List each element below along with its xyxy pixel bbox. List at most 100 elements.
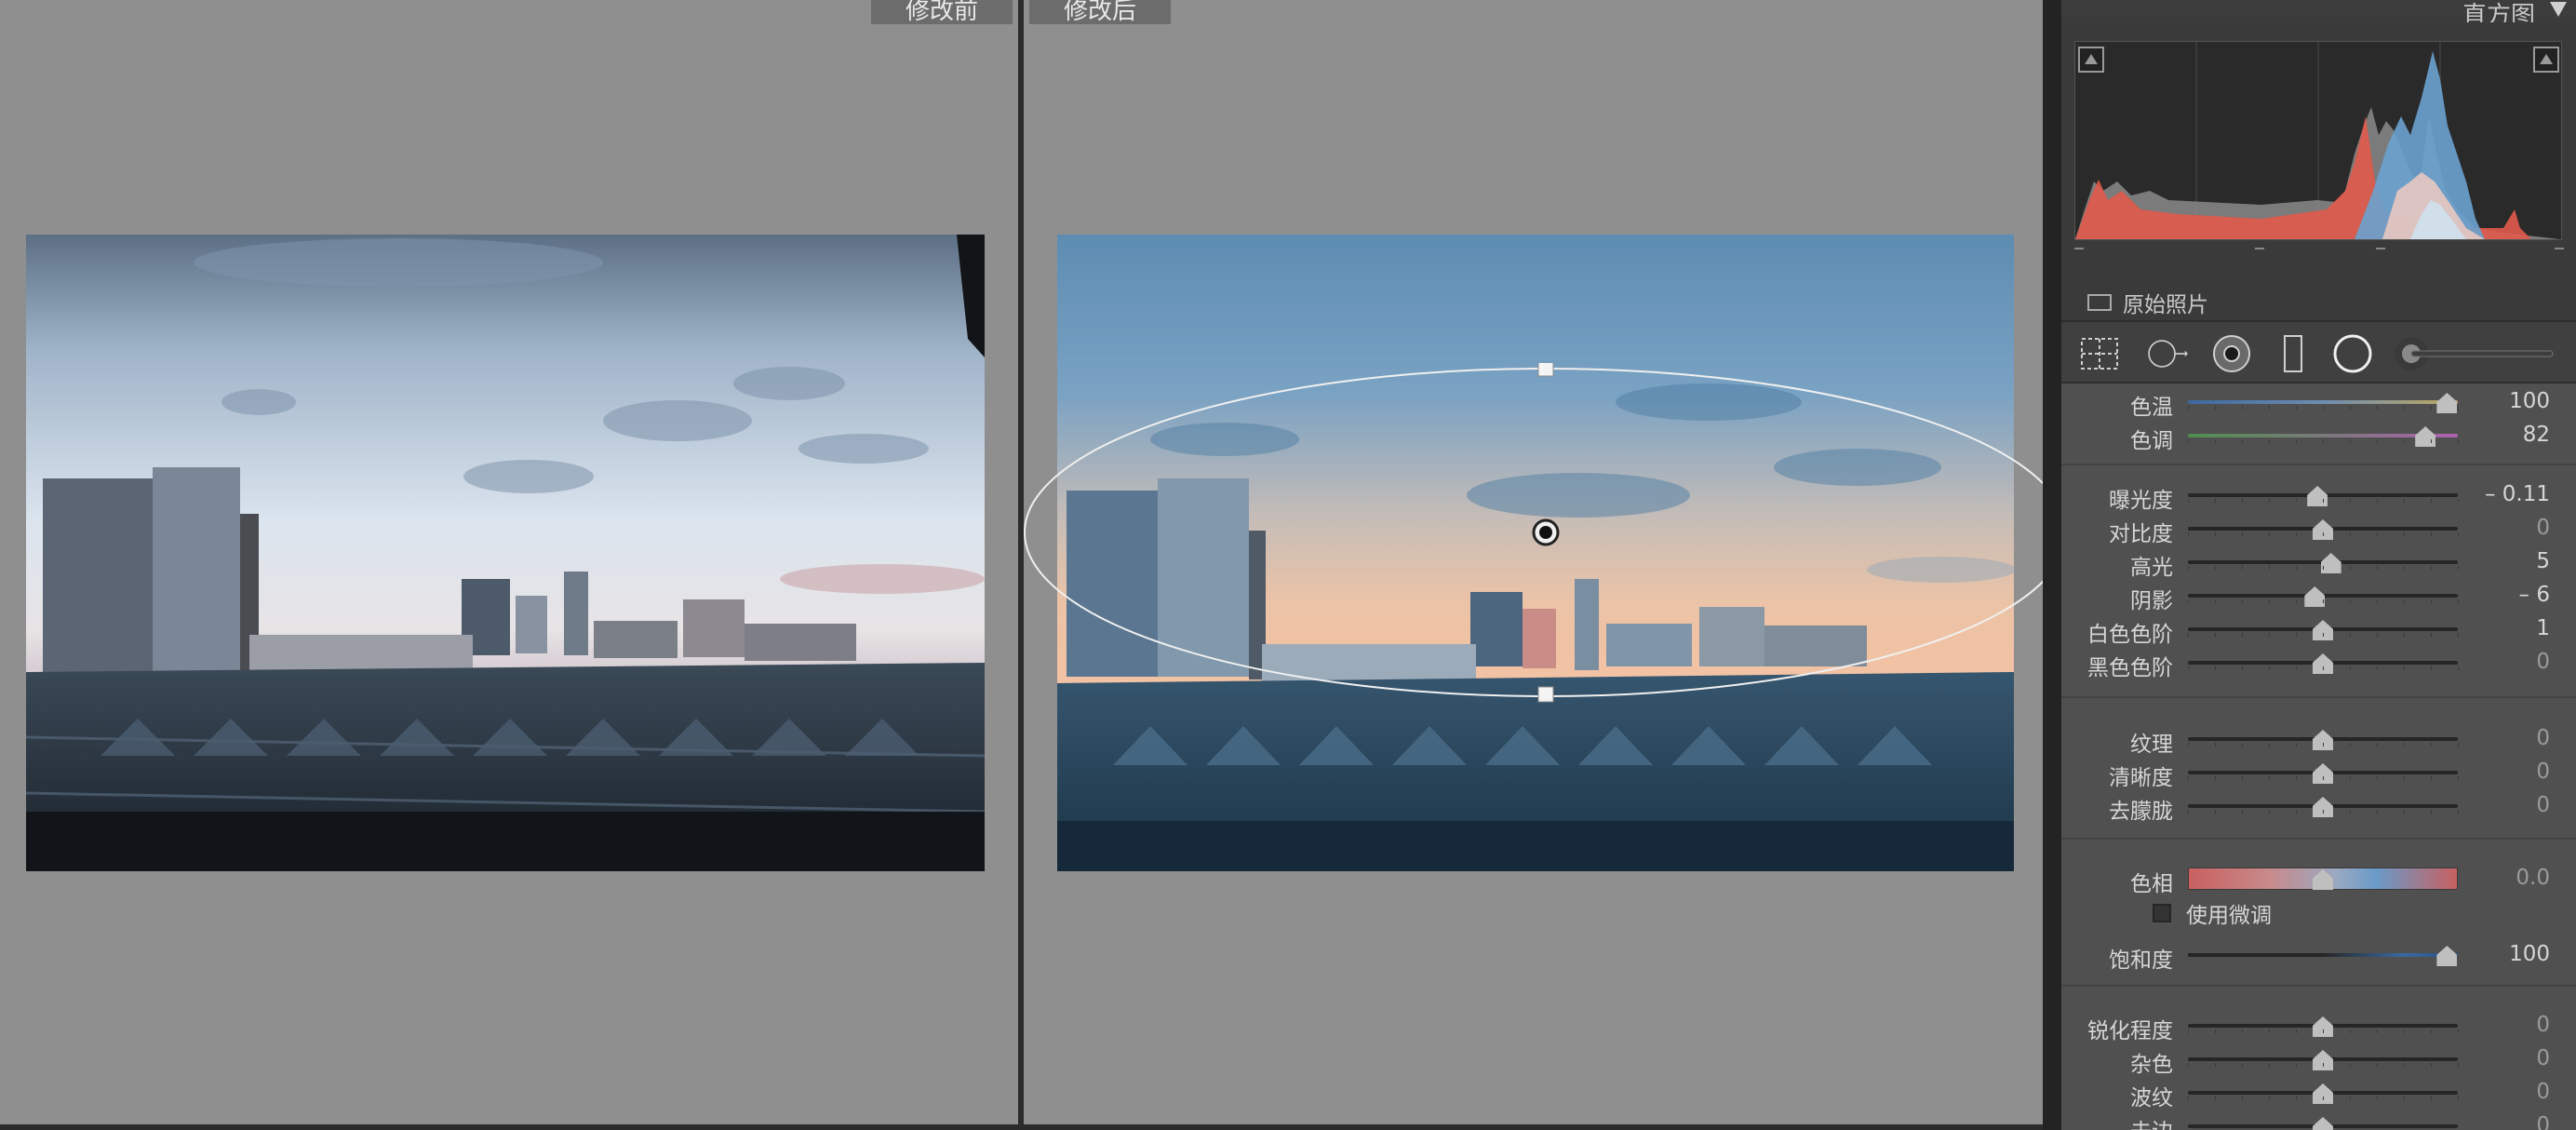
slider-value[interactable]: 0 (2536, 1080, 2550, 1104)
slider-label: 纹理 (2130, 733, 2173, 757)
slider-ticks (2188, 633, 2459, 638)
slider-ticks (2188, 1063, 2459, 1068)
slider-row-exposure[interactable]: 曝光度 – 0.11 (2061, 478, 2576, 513)
graduated-filter-icon[interactable] (2272, 333, 2314, 374)
slider-value[interactable]: 0 (2536, 1046, 2550, 1070)
adjustment-brush-icon[interactable] (2393, 333, 2556, 374)
slider-label: 锐化程度 (2087, 1019, 2173, 1043)
slider-row-sharpness[interactable]: 锐化程度 0 (2061, 1009, 2576, 1043)
slider-label: 杂色 (2130, 1053, 2173, 1077)
slider-row-defringe[interactable]: 去边 0 (2061, 1110, 2576, 1130)
slider-label: 曝光度 (2109, 489, 2173, 513)
slider-row-blacks[interactable]: 黑色色阶 0 (2061, 646, 2576, 680)
slider-value[interactable]: 0 (2536, 760, 2550, 784)
slider-label: 去朦胧 (2109, 800, 2173, 824)
slider-value[interactable]: 100 (2509, 389, 2550, 413)
histogram-graph (2074, 41, 2562, 240)
spot-removal-icon[interactable] (2145, 333, 2188, 374)
slider-row-highlights[interactable]: 高光 5 (2061, 545, 2576, 580)
slider-ticks (2188, 499, 2459, 504)
collapse-triangle-icon[interactable] (2550, 2, 2567, 17)
slider-label: 色温 (2130, 396, 2173, 420)
slider-value[interactable]: 0 (2536, 516, 2550, 540)
slider-row-whites[interactable]: 白色色阶 1 (2061, 612, 2576, 647)
slider-ticks (2188, 1096, 2459, 1101)
original-photo-label: 原始照片 (2123, 293, 2208, 317)
workspace-bottom-edge (0, 1124, 2043, 1130)
slider-track[interactable] (2188, 953, 2458, 957)
slider-ticks (2188, 776, 2459, 781)
slider-row-temp[interactable]: 色温 100 (2061, 385, 2576, 420)
slider-row-saturation[interactable]: 饱和度 100 (2061, 938, 2576, 973)
section-separator (2061, 985, 2576, 987)
radial-bottom-handle[interactable] (1537, 686, 1554, 703)
develop-panel: 直方图 原始照片 色温 100 色调 82 曝光度 – 0.11 对比度 0 高… (2043, 0, 2576, 1130)
slider-ticks (2188, 566, 2459, 571)
slider-row-contrast[interactable]: 对比度 0 (2061, 512, 2576, 546)
slider-row-shadows[interactable]: 阴影 – 6 (2061, 579, 2576, 613)
crop-overlay-icon[interactable] (2078, 333, 2121, 374)
slider-row-hue[interactable]: 色相 0.0 (2061, 862, 2576, 896)
slider-ticks (2188, 666, 2459, 671)
before-photo (26, 235, 985, 871)
slider-label: 对比度 (2109, 522, 2173, 546)
slider-label: 饱和度 (2109, 948, 2173, 973)
red-eye-icon[interactable] (2210, 333, 2253, 374)
slider-value[interactable]: 100 (2509, 942, 2550, 966)
highlight-clipping-toggle[interactable] (2533, 47, 2559, 73)
slider-label: 色相 (2130, 872, 2173, 896)
fine-tune-checkbox[interactable] (2153, 904, 2171, 922)
slider-row-clarity[interactable]: 清晰度 0 (2061, 756, 2576, 790)
slider-value[interactable]: – 0.11 (2485, 482, 2550, 506)
slider-ticks (2188, 439, 2459, 444)
radial-filter-overlay[interactable] (1020, 363, 2053, 717)
histogram-ticks (2074, 248, 2564, 259)
radial-top-handle[interactable] (1537, 363, 1554, 377)
slider-label: 去边 (2130, 1113, 2173, 1130)
section-separator (2061, 464, 2576, 465)
slider-ticks (2188, 532, 2459, 537)
slider-row-moire[interactable]: 波纹 0 (2061, 1076, 2576, 1110)
slider-ticks (2188, 810, 2459, 814)
slider-row-dehaze[interactable]: 去朦胧 0 (2061, 789, 2576, 824)
slider-row-texture[interactable]: 纹理 0 (2061, 722, 2576, 757)
histogram-area: 原始照片 (2061, 22, 2576, 320)
fine-tune-toggle[interactable]: 使用微调 (2153, 897, 2272, 929)
slider-label: 黑色色阶 (2087, 656, 2173, 680)
histogram-header[interactable]: 直方图 (2061, 0, 2576, 30)
slider-value[interactable]: 0.0 (2516, 866, 2550, 890)
slider-value[interactable]: – 6 (2519, 583, 2550, 607)
slider-value[interactable]: 82 (2523, 423, 2550, 447)
slider-value[interactable]: 5 (2536, 549, 2550, 573)
slider-label: 高光 (2130, 556, 2173, 580)
slider-ticks (2188, 406, 2459, 410)
slider-value[interactable]: 0 (2536, 650, 2550, 674)
slider-ticks (2188, 1029, 2459, 1034)
slider-label: 白色色阶 (2087, 623, 2173, 647)
slider-label: 波纹 (2130, 1086, 2173, 1110)
radial-filter-icon[interactable] (2331, 333, 2374, 374)
original-photo-checkbox[interactable] (2087, 294, 2112, 311)
slider-value[interactable]: 0 (2536, 793, 2550, 817)
section-separator (2061, 838, 2576, 840)
slider-ticks (2188, 599, 2459, 604)
slider-value[interactable]: 0 (2536, 726, 2550, 750)
section-separator (2061, 696, 2576, 698)
panel-edge (2043, 0, 2061, 1130)
slider-row-tint[interactable]: 色调 82 (2061, 419, 2576, 453)
slider-track[interactable] (2188, 400, 2458, 404)
adjustments-panel: 色温 100 色调 82 曝光度 – 0.11 对比度 0 高光 5 阴影 – … (2061, 385, 2576, 1130)
slider-ticks (2188, 743, 2459, 747)
slider-value[interactable]: 0 (2536, 1113, 2550, 1130)
slider-label: 清晰度 (2109, 766, 2173, 790)
slider-label: 色调 (2130, 429, 2173, 453)
tool-strip (2061, 320, 2576, 383)
slider-row-noise[interactable]: 杂色 0 (2061, 1043, 2576, 1077)
before-label: 修改前 (871, 0, 1013, 24)
slider-value[interactable]: 1 (2536, 616, 2550, 640)
shadow-clipping-toggle[interactable] (2078, 47, 2104, 73)
fine-tune-label: 使用微调 (2186, 904, 2272, 928)
original-photo-toggle[interactable]: 原始照片 (2087, 287, 2208, 318)
slider-value[interactable]: 0 (2536, 1013, 2550, 1037)
compare-divider (1018, 0, 1024, 1130)
